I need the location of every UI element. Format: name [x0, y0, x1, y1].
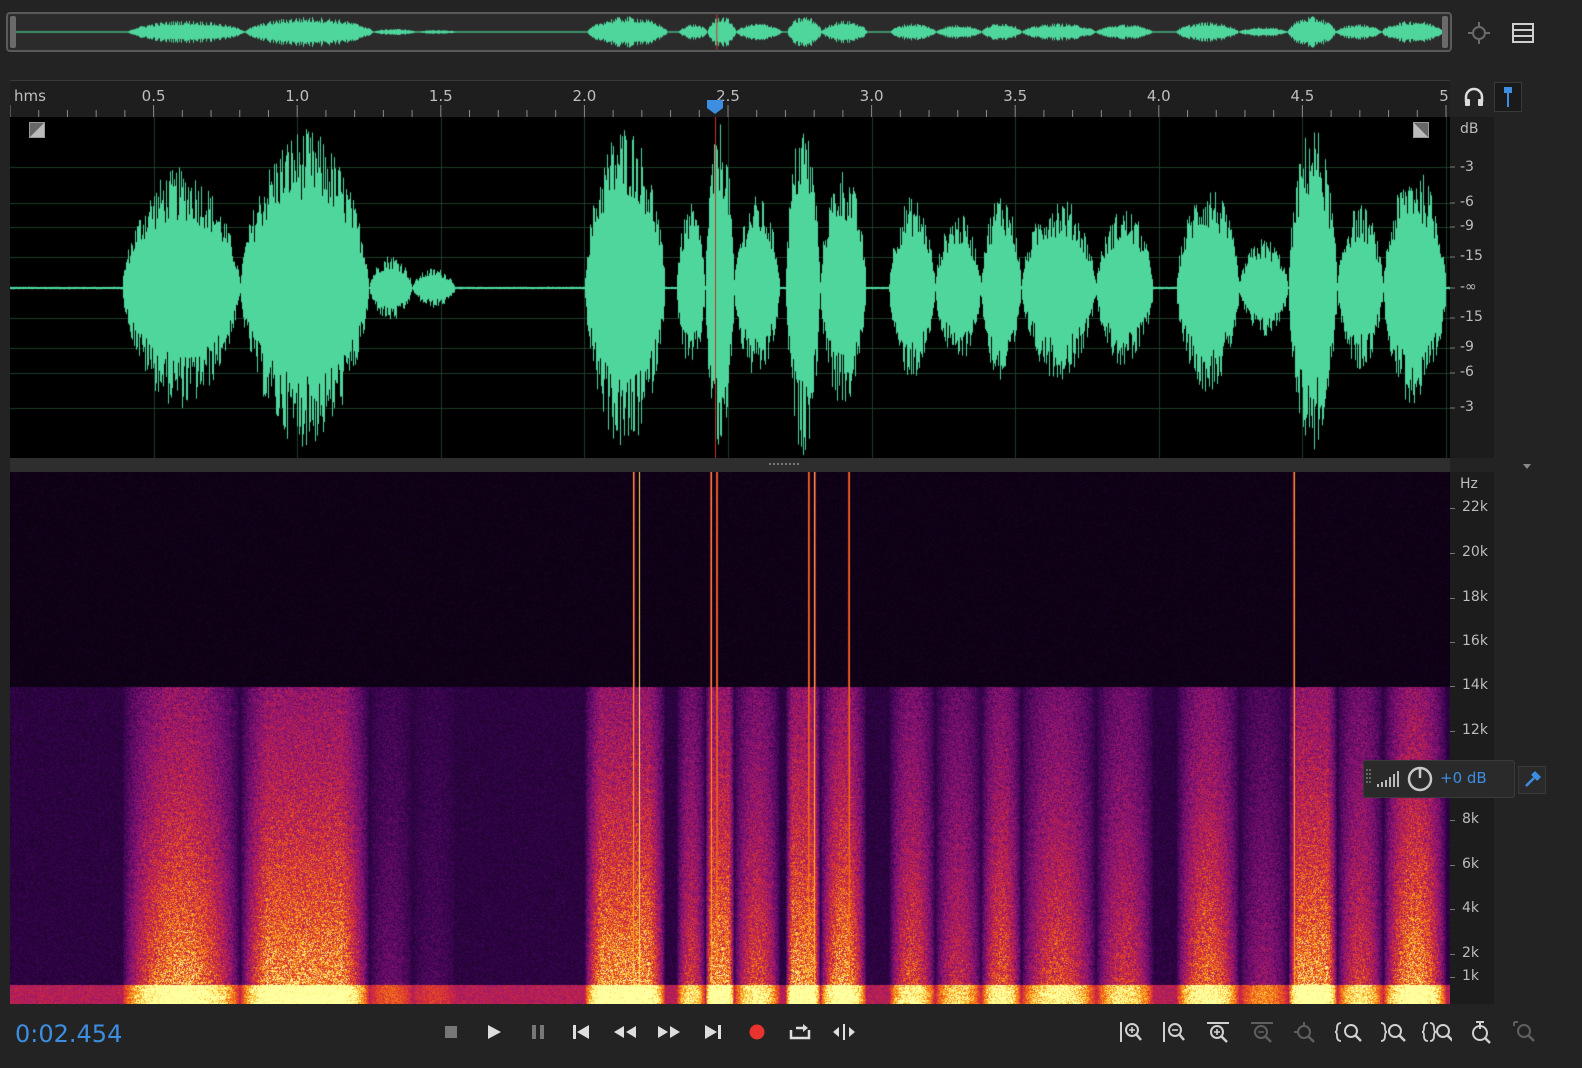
- zoom-in-amplitude-button[interactable]: [1116, 1018, 1146, 1046]
- skip-selection-button[interactable]: [829, 1018, 859, 1046]
- zoom-out-amplitude-button[interactable]: [1159, 1018, 1189, 1046]
- db-label: -15: [1460, 248, 1483, 264]
- db-label: -9: [1460, 339, 1474, 355]
- spectrogram-canvas[interactable]: [10, 472, 1450, 1004]
- zoom-out-full-button[interactable]: [1510, 1018, 1540, 1046]
- gain-hud[interactable]: +0 dB: [1363, 760, 1515, 798]
- level-meter-icon: [1376, 769, 1400, 789]
- go-to-start-button[interactable]: [566, 1018, 596, 1046]
- frequency-label: 8k: [1462, 811, 1480, 827]
- overview-navigator[interactable]: [6, 12, 1452, 52]
- frequency-tick: [1450, 865, 1455, 866]
- loop-playback-button[interactable]: [785, 1018, 815, 1046]
- go-to-end-button[interactable]: [698, 1018, 728, 1046]
- zoom-to-selection-button[interactable]: [1422, 1018, 1452, 1046]
- frequency-label: 22k: [1462, 499, 1488, 515]
- record-button[interactable]: [742, 1018, 772, 1046]
- zoom-out-time-button[interactable]: [1247, 1018, 1277, 1046]
- frequency-label: 2k: [1462, 945, 1480, 961]
- frequency-tick: [1450, 598, 1455, 599]
- frequency-label: 14k: [1462, 677, 1488, 693]
- hz-unit-label: Hz: [1460, 476, 1478, 492]
- frequency-tick: [1450, 508, 1455, 509]
- spectral-frequency-display[interactable]: [10, 472, 1450, 1004]
- zoom-to-playhead-button[interactable]: [1466, 1018, 1496, 1046]
- play-button[interactable]: [479, 1018, 509, 1046]
- amplitude-axis[interactable]: dB -3 -6 -9 -15 -∞ -15 -9 -6 -3: [1450, 117, 1494, 458]
- gain-value[interactable]: +0 dB: [1440, 769, 1487, 787]
- db-center-label: -∞: [1460, 279, 1477, 295]
- playhead-marker[interactable]: [706, 99, 724, 119]
- zoom-in-at-start-button[interactable]: [1334, 1018, 1364, 1046]
- zoom-in-at-end-button[interactable]: [1378, 1018, 1408, 1046]
- db-label: -6: [1460, 364, 1474, 380]
- stop-button[interactable]: [436, 1018, 466, 1046]
- waveform-canvas[interactable]: [10, 117, 1450, 458]
- db-label: -3: [1460, 159, 1474, 175]
- db-label: -15: [1460, 309, 1483, 325]
- frequency-tick: [1450, 954, 1455, 955]
- pause-button[interactable]: [523, 1018, 553, 1046]
- snap-playhead-icon[interactable]: [1494, 82, 1522, 112]
- overview-right-handle[interactable]: [1442, 16, 1448, 48]
- frequency-label: 12k: [1462, 722, 1488, 738]
- headphones-icon[interactable]: [1462, 86, 1486, 108]
- frequency-tick: [1450, 731, 1455, 732]
- frequency-tick: [1450, 642, 1455, 643]
- pin-hud-icon[interactable]: [1518, 766, 1546, 794]
- time-display[interactable]: 0:02.454: [15, 1020, 122, 1048]
- frequency-tick: [1450, 686, 1455, 687]
- frequency-label: 18k: [1462, 589, 1488, 605]
- frequency-axis[interactable]: Hz 22k20k18k16k14k12k10k8k6k4k2k1k: [1450, 472, 1494, 1004]
- gain-knob[interactable]: [1406, 765, 1434, 793]
- frequency-label: 6k: [1462, 856, 1480, 872]
- panel-menu-icon[interactable]: [1510, 20, 1536, 46]
- fade-out-handle-icon[interactable]: [1413, 122, 1429, 138]
- fast-forward-button[interactable]: [654, 1018, 684, 1046]
- frequency-label: 4k: [1462, 900, 1480, 916]
- frequency-label: 20k: [1462, 544, 1488, 560]
- overview-waveform: [16, 14, 1444, 50]
- collapse-chevron-icon[interactable]: [1520, 458, 1534, 472]
- frequency-label: 16k: [1462, 633, 1488, 649]
- panel-divider[interactable]: [10, 458, 1450, 472]
- db-label: -9: [1460, 218, 1474, 234]
- waveform-display[interactable]: [10, 117, 1450, 458]
- rewind-button[interactable]: [610, 1018, 640, 1046]
- fade-in-handle-icon[interactable]: [29, 122, 45, 138]
- frequency-tick: [1450, 977, 1455, 978]
- frequency-tick: [1450, 909, 1455, 910]
- db-label: -6: [1460, 194, 1474, 210]
- db-unit-label: dB: [1460, 121, 1479, 137]
- zoom-in-time-button[interactable]: [1203, 1018, 1233, 1046]
- db-label: -3: [1460, 399, 1474, 415]
- zoom-navigator-icon[interactable]: [1466, 20, 1492, 46]
- time-ruler[interactable]: hms 0.5 1.0 1.5 2.0 2.5 3.0 3.5 4.0 4.5 5: [10, 80, 1450, 117]
- zoom-full-button[interactable]: [1290, 1018, 1320, 1046]
- frequency-tick: [1450, 553, 1455, 554]
- frequency-label: 1k: [1462, 968, 1480, 984]
- frequency-tick: [1450, 820, 1455, 821]
